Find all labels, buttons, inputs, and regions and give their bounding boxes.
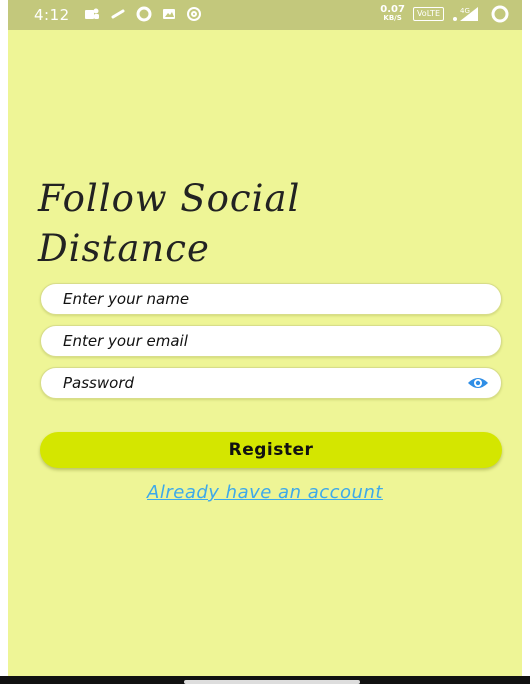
- login-link[interactable]: Already have an account: [8, 482, 522, 503]
- net-speed-value: 0.07: [380, 4, 405, 15]
- email-field[interactable]: [40, 325, 502, 357]
- status-bar: 4:12 0.07 KB/S VoLTE 4G: [8, 0, 522, 30]
- register-button[interactable]: Register: [40, 432, 502, 468]
- network-type-label: 4G: [460, 7, 470, 15]
- status-time: 4:12: [34, 6, 70, 24]
- page-title: Follow Social Distance: [38, 177, 301, 270]
- status-right-icons: 0.07 KB/S VoLTE 4G: [380, 4, 510, 24]
- link-icon: [110, 7, 126, 25]
- email-input[interactable]: [63, 326, 443, 356]
- volte-badge: VoLTE: [412, 7, 444, 21]
- home-indicator[interactable]: [184, 680, 360, 684]
- teams-icon: [84, 7, 100, 25]
- net-speed-unit: KB/S: [383, 14, 402, 22]
- data-saver-icon: [490, 4, 510, 24]
- name-field[interactable]: [40, 283, 502, 315]
- image-icon: [162, 7, 176, 25]
- password-field[interactable]: [40, 367, 502, 399]
- network-speed: 0.07 KB/S: [380, 5, 405, 23]
- signal-icon: 4G: [452, 5, 482, 23]
- notification-icons: [84, 6, 202, 26]
- app-screen: 4:12 0.07 KB/S VoLTE 4G Follow Social Di…: [8, 0, 522, 684]
- eye-icon[interactable]: [467, 375, 489, 391]
- name-input[interactable]: [63, 284, 443, 314]
- at-icon: [186, 6, 202, 26]
- circle-icon: [136, 6, 152, 26]
- password-input[interactable]: [63, 368, 443, 398]
